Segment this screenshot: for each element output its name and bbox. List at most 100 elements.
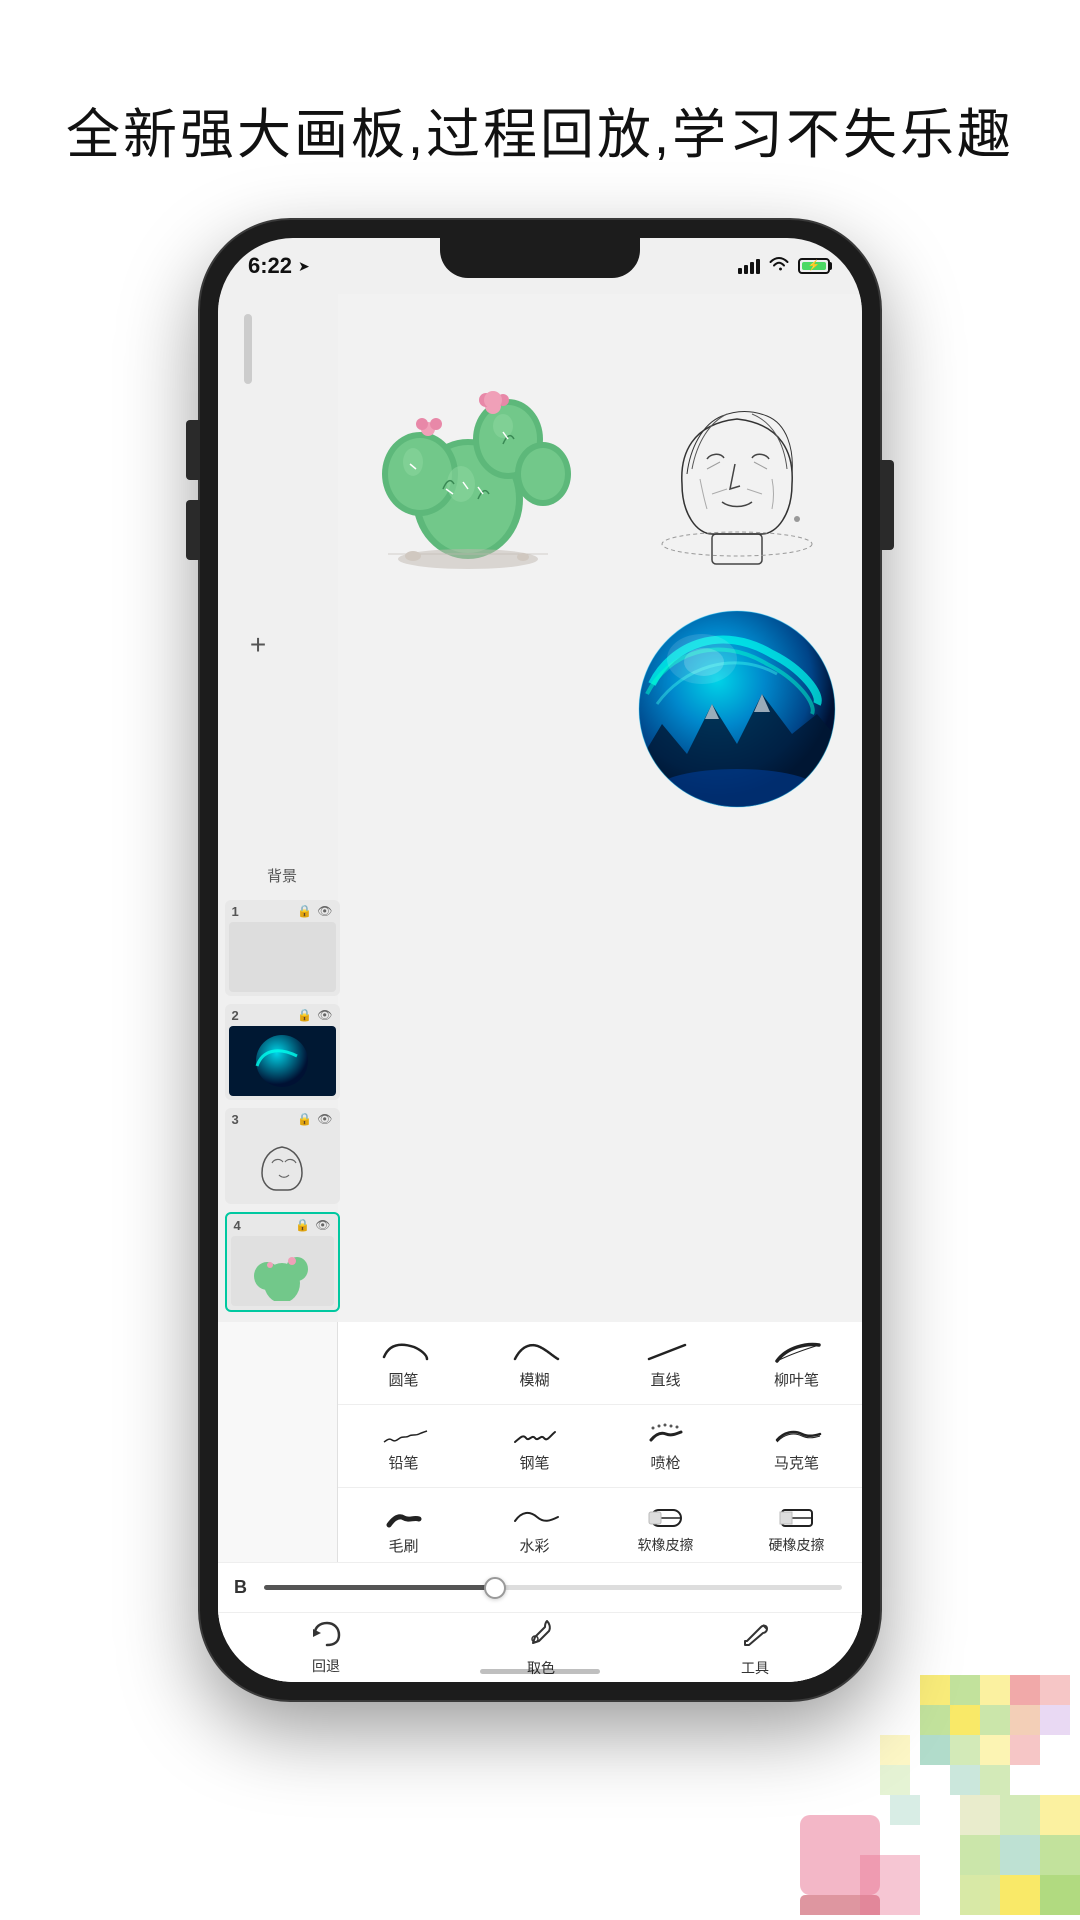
power-button[interactable] — [880, 460, 894, 550]
brush-marker[interactable]: 马克笔 — [731, 1405, 862, 1487]
pencil-brush-label: 铅笔 — [388, 1452, 418, 1473]
blur-brush-icon — [510, 1336, 560, 1366]
spray-brush-label: 喷枪 — [650, 1452, 680, 1473]
brush-bristle[interactable]: 毛刷 — [338, 1488, 469, 1570]
spray-brush-icon — [641, 1419, 691, 1449]
phone-mockup: 6:22 ➤ ⚡ — [200, 220, 880, 1700]
layers-panel: 4 🔒 👁 3 — [218, 674, 346, 1322]
globe-artwork — [632, 604, 842, 814]
scroll-handle[interactable] — [244, 314, 252, 384]
brush-soft-eraser[interactable]: 软橡皮擦 — [600, 1488, 731, 1570]
tool-action[interactable]: 工具 — [739, 1617, 771, 1678]
bust-artwork — [642, 374, 832, 594]
soft-eraser-label: 软橡皮擦 — [638, 1535, 694, 1555]
eye-icon: 👁 — [317, 1008, 332, 1022]
b-size-label: B — [234, 1577, 254, 1598]
color-pick-label: 取色 — [527, 1658, 555, 1678]
size-slider-track[interactable] — [264, 1585, 842, 1590]
layer-3-number: 3 — [232, 1112, 239, 1127]
signal-icon — [738, 258, 760, 274]
willow-brush-icon — [772, 1336, 822, 1366]
eye-icon: 👁 — [317, 1112, 332, 1126]
lock-icon: 🔒 — [295, 1218, 310, 1232]
undo-action[interactable]: 回退 — [309, 1619, 343, 1676]
layer-item-2[interactable]: 2 🔒 👁 — [225, 1004, 340, 1100]
eye-icon: 👁 — [315, 1218, 330, 1232]
bristle-brush-icon — [379, 1502, 429, 1532]
layer-1-icons: 🔒 👁 — [297, 904, 332, 918]
page-title: 全新强大画板,过程回放,学习不失乐趣 — [0, 90, 1080, 169]
tool-icon — [739, 1617, 771, 1656]
brush-pen[interactable]: 钢笔 — [469, 1405, 600, 1487]
volume-up-button[interactable] — [186, 420, 200, 480]
brush-line[interactable]: 直线 — [600, 1322, 731, 1404]
color-pick-icon — [525, 1617, 557, 1656]
bristle-brush-label: 毛刷 — [388, 1535, 418, 1556]
brush-willow[interactable]: 柳叶笔 — [731, 1322, 862, 1404]
round-brush-label: 圆笔 — [388, 1369, 418, 1390]
brush-size-slider-row: B — [218, 1562, 862, 1612]
line-brush-label: 直线 — [650, 1369, 680, 1390]
layer-3-thumb — [229, 1130, 336, 1200]
layer-4-number: 4 — [234, 1218, 241, 1233]
layer-2-number: 2 — [232, 1008, 239, 1023]
layer-3-icons: 🔒 👁 — [297, 1112, 332, 1126]
brush-spray[interactable]: 喷枪 — [600, 1405, 731, 1487]
battery-icon: ⚡ — [798, 258, 832, 274]
hard-eraser-label: 硬橡皮擦 — [769, 1535, 825, 1555]
brush-round[interactable]: 圆笔 — [338, 1322, 469, 1404]
pen-brush-icon — [510, 1419, 560, 1449]
marker-brush-icon — [772, 1419, 822, 1449]
brush-watercolor[interactable]: 水彩 — [469, 1488, 600, 1570]
layer-1-number: 1 — [232, 904, 239, 919]
brush-row-3: 毛刷 水彩 — [338, 1488, 862, 1571]
time-display: 6:22 — [248, 253, 292, 279]
undo-label: 回退 — [312, 1656, 340, 1676]
marker-brush-label: 马克笔 — [774, 1452, 819, 1473]
eye-icon: 👁 — [317, 904, 332, 918]
tool-label: 工具 — [741, 1658, 769, 1678]
status-time-group: 6:22 ➤ — [248, 253, 310, 279]
add-layer-button[interactable]: + — [236, 623, 280, 667]
lock-icon: 🔒 — [297, 904, 312, 918]
volume-down-button[interactable] — [186, 500, 200, 560]
soft-eraser-icon — [641, 1502, 691, 1532]
status-icons: ⚡ — [738, 256, 832, 277]
hard-eraser-icon — [772, 1502, 822, 1532]
pencil-brush-icon — [379, 1419, 429, 1449]
brush-size-panel — [218, 1322, 338, 1602]
layer-2-icons: 🔒 👁 — [297, 1008, 332, 1022]
brush-hard-eraser[interactable]: 硬橡皮擦 — [731, 1488, 862, 1570]
home-indicator — [480, 1669, 600, 1674]
layer-item-4[interactable]: 4 🔒 👁 — [225, 1212, 340, 1312]
layer-item-1[interactable]: 1 🔒 👁 — [225, 900, 340, 996]
willow-brush-label: 柳叶笔 — [774, 1369, 819, 1390]
brush-blur[interactable]: 模糊 — [469, 1322, 600, 1404]
bottom-toolbar: 圆笔 模糊 直线 — [218, 1322, 862, 1682]
lock-icon: 🔒 — [297, 1112, 312, 1126]
layer-4-icons: 🔒 👁 — [295, 1218, 330, 1232]
watercolor-brush-icon — [510, 1502, 560, 1532]
watercolor-brush-label: 水彩 — [519, 1535, 549, 1556]
pen-brush-label: 钢笔 — [519, 1452, 549, 1473]
lock-icon: 🔒 — [297, 1008, 312, 1022]
layer-item-3[interactable]: 3 🔒 👁 — [225, 1108, 340, 1204]
brush-pencil[interactable]: 铅笔 — [338, 1405, 469, 1487]
brush-row-1: 圆笔 模糊 直线 — [338, 1322, 862, 1405]
location-icon: ➤ — [298, 258, 310, 275]
undo-icon — [309, 1619, 343, 1654]
brush-panel: 圆笔 模糊 直线 — [338, 1322, 862, 1602]
blur-brush-label: 模糊 — [519, 1369, 549, 1390]
background-layer-label: 背景 — [225, 859, 340, 892]
drawing-canvas[interactable] — [338, 294, 862, 1322]
notch — [440, 238, 640, 278]
phone-screen: 6:22 ➤ ⚡ — [218, 238, 862, 1682]
brush-row-2: 铅笔 钢笔 — [338, 1405, 862, 1488]
size-slider-thumb[interactable] — [484, 1577, 506, 1599]
cactus-artwork — [348, 344, 588, 574]
line-brush-icon — [641, 1336, 691, 1366]
layer-1-thumb — [229, 922, 336, 992]
layer-2-thumb — [229, 1026, 336, 1096]
wifi-icon — [768, 256, 790, 277]
round-brush-icon — [379, 1336, 429, 1366]
